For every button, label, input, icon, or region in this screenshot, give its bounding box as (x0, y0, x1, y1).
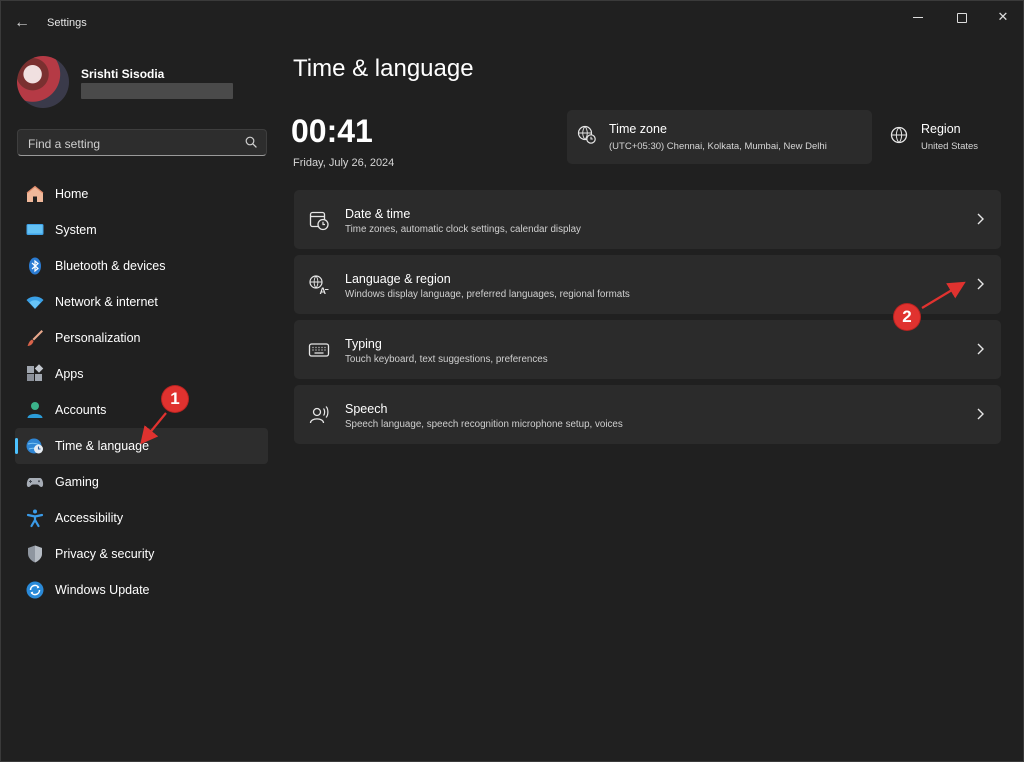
sidebar-item-label: Network & internet (55, 295, 158, 309)
region-value: United States (921, 141, 979, 152)
sidebar-item-label: Gaming (55, 475, 99, 489)
card-title: Typing (345, 337, 382, 351)
time-zone-card[interactable]: Time zone (UTC+05:30) Chennai, Kolkata, … (567, 110, 872, 164)
sidebar-item-label: Apps (55, 367, 84, 381)
card-date-time[interactable]: Date & time Time zones, automatic clock … (294, 190, 1001, 249)
annotation-badge-1: 1 (162, 386, 188, 412)
apps-grid-icon (27, 364, 44, 381)
card-speech[interactable]: Speech Speech language, speech recogniti… (294, 385, 1001, 444)
time-zone-title: Time zone (609, 122, 667, 136)
speech-icon (309, 406, 329, 424)
sidebar-item-gaming[interactable]: Gaming (15, 464, 268, 500)
back-arrow-icon[interactable]: ← (11, 13, 33, 33)
sidebar-item-label: Bluetooth & devices (55, 259, 166, 273)
close-button[interactable]: ✕ (983, 6, 1023, 28)
svg-text:A: A (320, 286, 327, 296)
brush-icon (27, 330, 43, 346)
maximize-icon (957, 12, 967, 23)
sidebar-item-label: Personalization (55, 331, 141, 345)
sidebar-item-label: System (55, 223, 97, 237)
globe-clock-icon (26, 438, 43, 454)
sidebar-item-personalization[interactable]: Personalization (15, 320, 268, 356)
sidebar-item-windows-update[interactable]: Windows Update (15, 572, 268, 608)
window-title: Settings (47, 17, 87, 29)
wifi-icon (26, 296, 44, 309)
sidebar-item-privacy[interactable]: Privacy & security (15, 536, 268, 572)
sidebar-item-system[interactable]: System (15, 212, 268, 248)
sidebar-item-bluetooth[interactable]: Bluetooth & devices (15, 248, 268, 284)
gamepad-icon (26, 478, 44, 487)
keyboard-icon (308, 343, 330, 357)
chevron-right-icon (977, 278, 984, 290)
sidebar-item-home[interactable]: Home (15, 176, 268, 212)
shield-icon (28, 545, 42, 563)
region-title: Region (921, 122, 961, 136)
sidebar-item-network[interactable]: Network & internet (15, 284, 268, 320)
user-name: Srishti Sisodia (81, 67, 165, 81)
calendar-clock-icon (309, 211, 329, 231)
card-typing[interactable]: Typing Touch keyboard, text suggestions,… (294, 320, 1001, 379)
update-icon (26, 581, 44, 599)
monitor-icon (26, 224, 44, 235)
globe-icon (890, 126, 908, 144)
minimize-button[interactable] (898, 6, 938, 28)
card-subtitle: Windows display language, preferred lang… (345, 289, 630, 300)
clock-time: 00:41 (291, 113, 373, 149)
card-language-region[interactable]: A Language & region Windows display lang… (294, 255, 1001, 314)
clock-date: Friday, July 26, 2024 (293, 157, 395, 169)
annotation-badge-2: 2 (894, 304, 920, 330)
person-icon (27, 402, 43, 418)
close-icon: ✕ (997, 9, 1009, 24)
language-icon: A (309, 275, 329, 296)
avatar[interactable] (17, 56, 69, 108)
accessibility-icon (26, 509, 44, 528)
search-box[interactable] (17, 129, 267, 156)
sidebar-item-label: Home (55, 187, 89, 201)
chevron-right-icon (977, 408, 984, 420)
maximize-button[interactable] (942, 6, 982, 28)
card-subtitle: Touch keyboard, text suggestions, prefer… (345, 354, 548, 365)
page-title: Time & language (293, 55, 474, 82)
card-title: Date & time (345, 207, 411, 221)
sidebar-item-accessibility[interactable]: Accessibility (15, 500, 268, 536)
sidebar-nav: Home System Bluetooth & devices Network … (15, 176, 268, 608)
sidebar-item-accounts[interactable]: Accounts (15, 392, 268, 428)
card-subtitle: Time zones, automatic clock settings, ca… (345, 224, 581, 235)
sidebar-item-label: Accounts (55, 403, 107, 417)
redacted-email (81, 83, 233, 99)
sidebar-item-label: Time & language (55, 439, 150, 453)
settings-window: ← Settings ✕ Srishti Sisodia Home System… (0, 0, 1024, 762)
home-icon (26, 185, 44, 202)
sidebar-item-label: Privacy & security (55, 547, 155, 561)
minimize-icon (913, 17, 923, 19)
time-zone-value: (UTC+05:30) Chennai, Kolkata, Mumbai, Ne… (609, 141, 827, 152)
card-title: Speech (345, 402, 388, 416)
sidebar-item-label: Accessibility (55, 511, 124, 525)
card-title: Language & region (345, 272, 451, 286)
title-bar: ← Settings ✕ (1, 1, 1023, 45)
chevron-right-icon (977, 213, 984, 225)
search-icon (245, 136, 257, 148)
card-subtitle: Speech language, speech recognition micr… (345, 419, 623, 430)
sidebar-item-label: Windows Update (55, 583, 150, 597)
search-input[interactable] (26, 134, 230, 154)
chevron-right-icon (977, 343, 984, 355)
sidebar-item-apps[interactable]: Apps (15, 356, 268, 392)
time-zone-icon (577, 125, 596, 144)
sidebar-item-time-language[interactable]: Time & language (15, 428, 268, 464)
bluetooth-icon (29, 257, 41, 275)
